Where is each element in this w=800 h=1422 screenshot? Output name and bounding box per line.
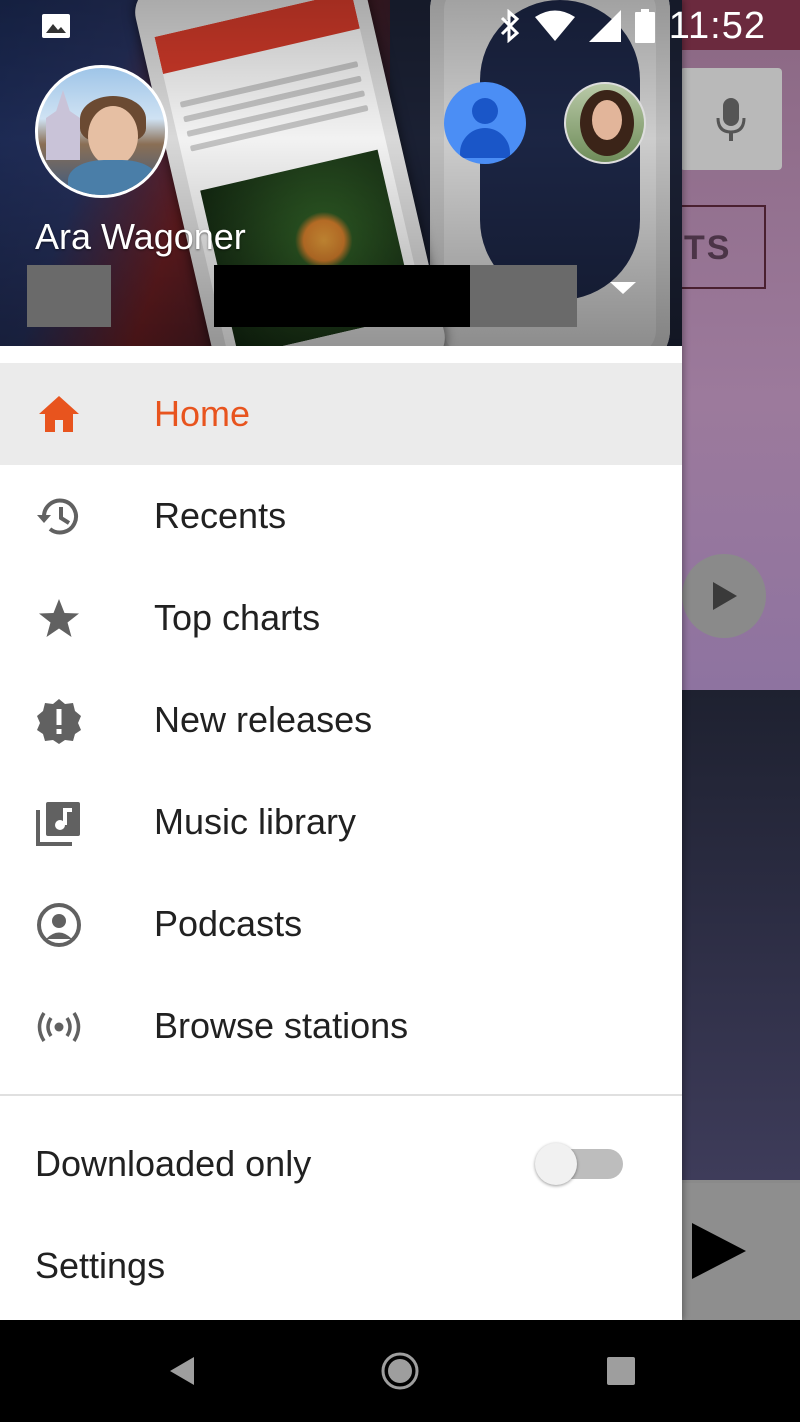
account-avatar[interactable] xyxy=(35,65,168,198)
wifi-icon xyxy=(534,10,575,41)
back-icon[interactable] xyxy=(160,1348,206,1394)
redacted-email-block xyxy=(470,265,577,327)
navigation-drawer: Ara Wagoner Home Recents Top charts New … xyxy=(0,0,682,1320)
star-icon xyxy=(39,599,79,637)
downloaded-only-toggle[interactable] xyxy=(535,1143,625,1185)
microphone-icon xyxy=(716,98,746,141)
settings-label: Settings xyxy=(35,1245,166,1286)
recent-apps-icon[interactable] xyxy=(598,1348,644,1394)
battery-icon xyxy=(634,9,655,43)
account-name: Ara Wagoner xyxy=(35,216,246,257)
new-releases-icon xyxy=(37,699,81,744)
nav-item-label: Music library xyxy=(154,801,357,842)
nav-list: Home Recents Top charts New releases Mus… xyxy=(0,363,682,1077)
nav-item-label: Podcasts xyxy=(154,903,303,944)
nav-item-new-releases[interactable]: New releases xyxy=(0,669,682,771)
home-icon xyxy=(39,396,79,432)
home-nav-icon[interactable] xyxy=(377,1348,423,1394)
miniplayer-play-button[interactable] xyxy=(682,1183,800,1320)
downloaded-only-label: Downloaded only xyxy=(35,1143,312,1184)
status-bar: 11:52 xyxy=(0,0,800,52)
nav-item-label: Browse stations xyxy=(154,1005,409,1046)
cell-signal-icon xyxy=(588,10,621,42)
redacted-email-block xyxy=(214,265,470,327)
system-nav-bar xyxy=(0,1320,800,1422)
background-play-button[interactable] xyxy=(682,554,766,638)
nav-item-browse-stations[interactable]: Browse stations xyxy=(0,975,682,1077)
nav-item-podcasts[interactable]: Podcasts xyxy=(0,873,682,975)
nav-item-label: New releases xyxy=(154,699,373,740)
voice-search-button[interactable] xyxy=(680,68,782,170)
music-library-icon xyxy=(36,802,80,846)
nav-item-top-charts[interactable]: Top charts xyxy=(0,567,682,669)
history-icon xyxy=(37,498,78,535)
downloaded-only-row[interactable]: Downloaded only xyxy=(0,1113,682,1215)
nav-item-label: Top charts xyxy=(154,597,321,638)
nav-item-label: Recents xyxy=(154,495,287,536)
nav-item-home[interactable]: Home xyxy=(0,363,682,465)
nav-item-label: Home xyxy=(154,393,251,434)
play-icon xyxy=(713,582,737,610)
play-icon xyxy=(692,1223,746,1279)
account-switcher-dropdown-icon[interactable] xyxy=(610,280,636,296)
settings-row[interactable]: Settings xyxy=(0,1215,682,1317)
redacted-email-block xyxy=(27,265,111,327)
radio-icon xyxy=(37,1012,81,1042)
bluetooth-icon xyxy=(500,9,519,43)
other-account-avatar-placeholder[interactable] xyxy=(444,82,526,164)
podcast-icon xyxy=(37,903,81,947)
other-account-avatar[interactable] xyxy=(564,82,646,164)
nav-item-recents[interactable]: Recents xyxy=(0,465,682,567)
gallery-icon xyxy=(42,14,70,38)
status-time: 11:52 xyxy=(668,4,766,47)
background-button[interactable]: TS xyxy=(680,205,766,289)
divider xyxy=(0,1094,682,1096)
nav-item-music-library[interactable]: Music library xyxy=(0,771,682,873)
